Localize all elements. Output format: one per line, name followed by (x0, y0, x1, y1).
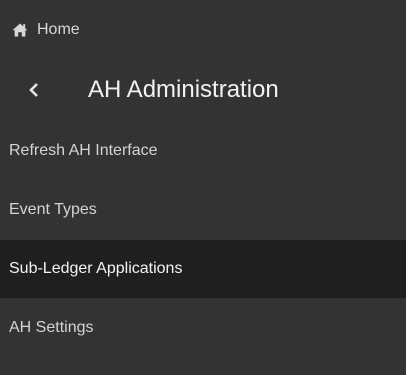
home-link[interactable]: Home (12, 18, 80, 42)
nav-item-event-types[interactable]: Event Types (0, 181, 406, 239)
home-label: Home (37, 21, 80, 38)
nav-item-label: Refresh AH Interface (9, 142, 158, 159)
nav-item-refresh-ah-interface[interactable]: Refresh AH Interface (0, 122, 406, 180)
nav-item-label: Sub-Ledger Applications (9, 260, 183, 277)
section-header: AH Administration (0, 68, 406, 112)
nav-item-ah-settings[interactable]: AH Settings (0, 299, 406, 357)
nav-item-label: Event Types (9, 201, 97, 218)
nav-item-sub-ledger-applications[interactable]: Sub-Ledger Applications (0, 240, 406, 298)
navigation-panel: Home AH Administration Refresh AH Interf… (0, 0, 406, 375)
home-icon (12, 22, 28, 38)
section-title: AH Administration (88, 76, 279, 103)
chevron-left-icon[interactable] (24, 80, 44, 100)
nav-item-label: AH Settings (9, 319, 94, 336)
